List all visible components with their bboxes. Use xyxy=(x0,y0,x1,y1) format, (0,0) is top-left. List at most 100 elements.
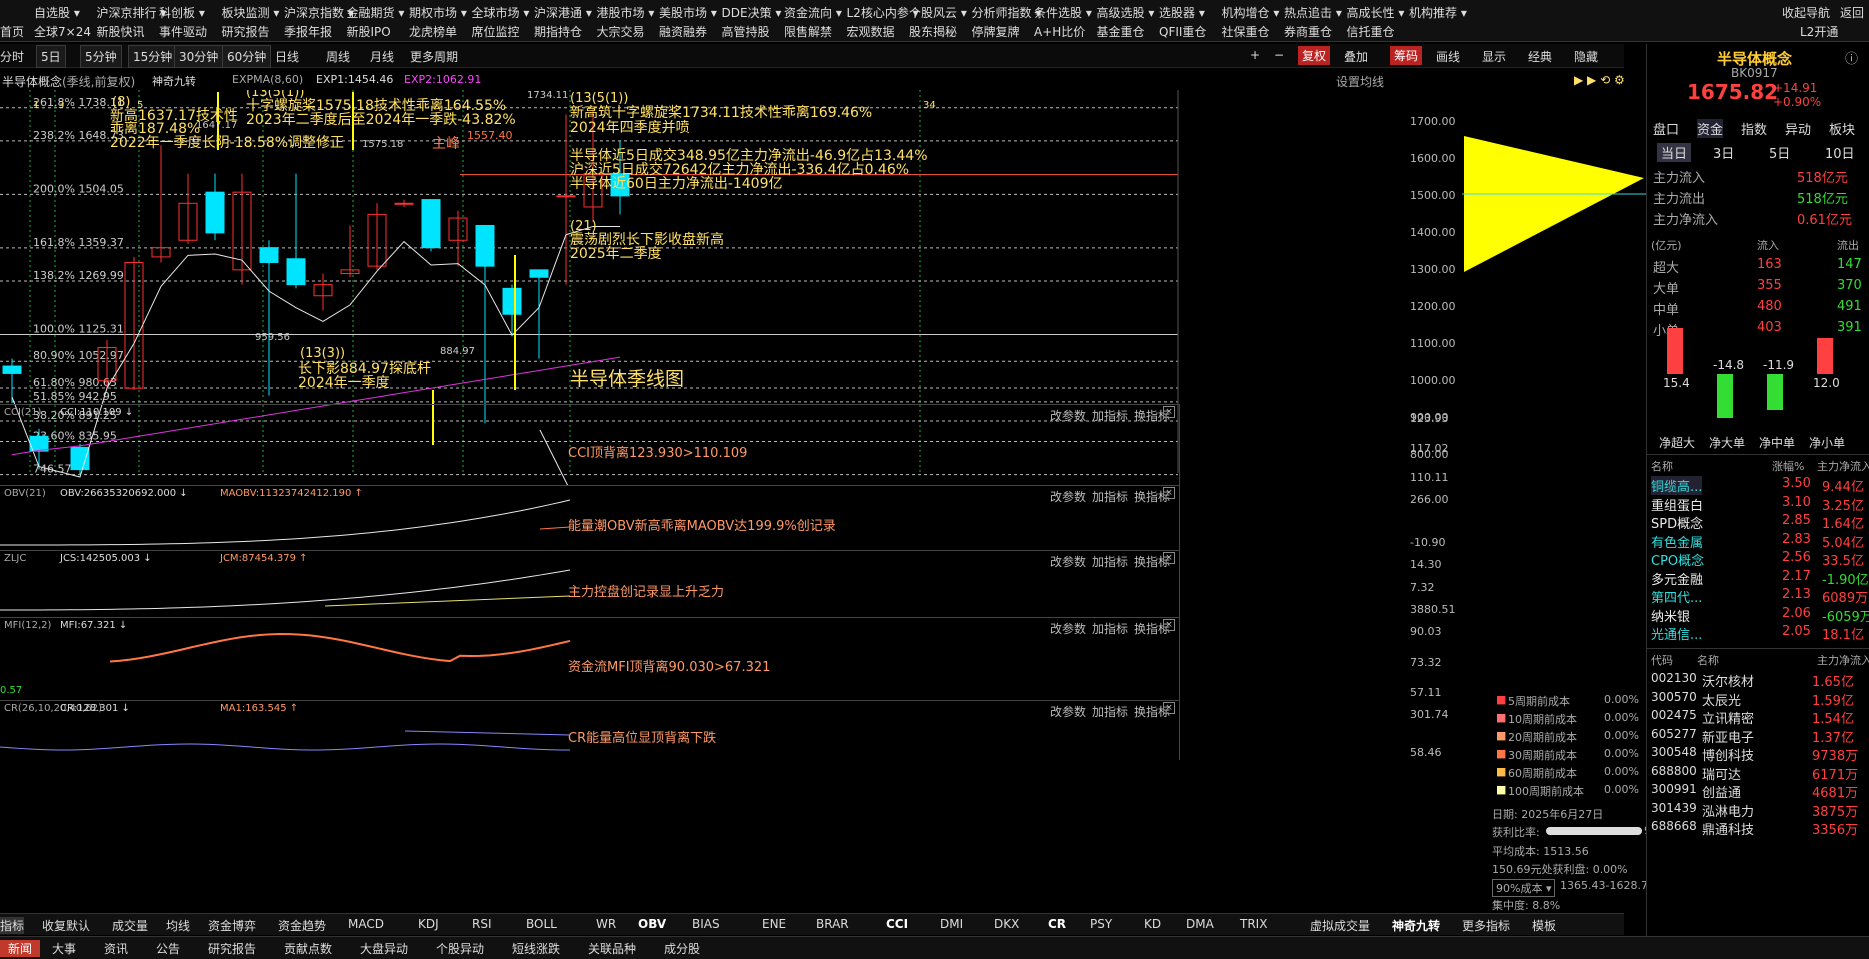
right-tab[interactable]: 异动 xyxy=(1785,119,1811,138)
flow-period[interactable]: 3日 xyxy=(1713,143,1734,162)
nav-item[interactable]: 季报年报 xyxy=(284,23,332,40)
nav-item[interactable]: 高级选股 ▾ xyxy=(1097,4,1155,21)
right-tab[interactable]: 指数 xyxy=(1741,119,1767,138)
indicator-tab[interactable]: KD xyxy=(1144,917,1161,931)
toolbar-3[interactable]: 画线 xyxy=(1436,48,1460,65)
indicator-tab[interactable]: RSI xyxy=(472,917,492,931)
nav-item[interactable]: 高管持股 xyxy=(722,23,770,40)
nav-item[interactable]: 收起导航 xyxy=(1782,4,1830,21)
sector-name[interactable]: 多元金融 xyxy=(1651,569,1703,588)
nav-item[interactable]: 券商重仓 xyxy=(1284,23,1332,40)
stock-item-name[interactable]: 创益通 xyxy=(1702,782,1741,801)
period-7[interactable]: 周线 xyxy=(326,48,350,65)
nav-item[interactable]: 美股市场 ▾ xyxy=(659,4,717,21)
sector-name[interactable]: SPD概念 xyxy=(1651,513,1703,532)
cost-range-select[interactable]: 90%成本 ▾ xyxy=(1492,879,1556,897)
stock-item-name[interactable]: 沃尔核材 xyxy=(1702,671,1754,690)
indicator-tab[interactable]: 收复默认 xyxy=(42,917,90,934)
nav-item[interactable]: DDE决策 ▾ xyxy=(722,4,782,21)
nav-item[interactable]: L2核心内参 ▾ xyxy=(847,4,919,21)
nav-home[interactable]: 首页 xyxy=(0,23,24,40)
nav-item[interactable]: 新股快讯 xyxy=(97,23,145,40)
zoom-button[interactable]: − xyxy=(1274,48,1284,62)
info-icon[interactable]: ⓘ xyxy=(1845,48,1858,67)
right-tab[interactable]: 资金 xyxy=(1697,119,1724,138)
toolbar-2[interactable]: 筹码 xyxy=(1390,46,1423,65)
nav-item[interactable]: QFII重仓 xyxy=(1159,23,1206,40)
indicator-tab[interactable]: 资金趋势 xyxy=(278,917,326,934)
nav-item[interactable]: 新股IPO xyxy=(347,23,391,40)
indicator-tab[interactable]: CR xyxy=(1048,917,1066,931)
stock-code[interactable]: 300548 xyxy=(1651,745,1697,759)
period-9[interactable]: 更多周期 xyxy=(410,48,458,65)
nav-item[interactable]: 沪深京指数 ▾ xyxy=(284,4,354,21)
indicator-tab[interactable]: CCI xyxy=(886,917,908,931)
flow-period[interactable]: 10日 xyxy=(1825,143,1855,162)
stock-item-name[interactable]: 立讯精密 xyxy=(1702,708,1754,727)
indicator-tab[interactable]: BRAR xyxy=(816,917,849,931)
nav-item[interactable]: 股东揭秘 xyxy=(909,23,957,40)
period-6[interactable]: 日线 xyxy=(275,48,299,65)
nav-item[interactable]: 资金流向 ▾ xyxy=(784,4,842,21)
nav-item[interactable]: 板块监测 ▾ xyxy=(222,4,280,21)
nav-item[interactable]: 大宗交易 xyxy=(597,23,645,40)
stock-item-name[interactable]: 博创科技 xyxy=(1702,745,1754,764)
toolbar-0[interactable]: 复权 xyxy=(1298,46,1331,65)
playback-icon[interactable]: ▶ ▶ ⟲ ⚙ xyxy=(1574,73,1625,87)
period-0[interactable]: 分时 xyxy=(0,48,24,65)
nav-item[interactable]: 限售解禁 xyxy=(784,23,832,40)
nav-item[interactable]: 选股器 ▾ xyxy=(1159,4,1205,21)
indicator-panel-1[interactable]: CCI(21) CCI:110.109 ↓ 改参数 加指标 换指标 × CCI顶背离123.… xyxy=(0,404,1180,486)
news-tab[interactable]: 关联品种 xyxy=(588,940,636,957)
stock-item-name[interactable]: 新亚电子 xyxy=(1702,727,1754,746)
nav-item[interactable]: 社保重仓 xyxy=(1222,23,1270,40)
sector-name[interactable]: 有色金属 xyxy=(1651,532,1703,551)
stock-item-name[interactable]: 太辰光 xyxy=(1702,690,1741,709)
stock-item-name[interactable]: 瑞可达 xyxy=(1702,764,1741,783)
news-tab[interactable]: 贡献点数 xyxy=(284,940,332,957)
toolbar-6[interactable]: 隐藏 xyxy=(1574,48,1598,65)
right-tab[interactable]: 板块 xyxy=(1829,119,1855,138)
nav-item[interactable]: 停牌复牌 xyxy=(972,23,1020,40)
sector-name[interactable]: 第四代... xyxy=(1651,587,1702,606)
nav-item[interactable]: 全球市场 ▾ xyxy=(472,4,530,21)
nav-item[interactable]: 科创板 ▾ xyxy=(159,4,205,21)
stock-code[interactable]: 002475 xyxy=(1651,708,1697,722)
indicator-tab[interactable]: MACD xyxy=(348,917,384,931)
stock-code[interactable]: 688800 xyxy=(1651,764,1697,778)
indicator-tab[interactable]: 成交量 xyxy=(112,917,148,934)
nav-item[interactable]: 融资融券 xyxy=(659,23,707,40)
stock-item-name[interactable]: 泓淋电力 xyxy=(1702,801,1754,820)
nav-item[interactable]: 自选股 ▾ xyxy=(34,4,80,21)
nav-item[interactable]: 期权市场 ▾ xyxy=(409,4,467,21)
news-tab[interactable]: 研究报告 xyxy=(208,940,256,957)
nav-item[interactable]: 热点追击 ▾ xyxy=(1284,4,1342,21)
news-tab[interactable]: 新闻 xyxy=(0,940,41,957)
indicator-tab[interactable]: 资金博弈 xyxy=(208,917,256,934)
news-tab[interactable]: 资讯 xyxy=(104,940,128,957)
nav-item[interactable]: 基金重仓 xyxy=(1097,23,1145,40)
indicator-tab[interactable]: 神奇九转 xyxy=(1392,917,1440,934)
news-tab[interactable]: 大盘异动 xyxy=(360,940,408,957)
indicator-panel-4[interactable]: MFI(12,2) MFI:67.321 ↓ 改参数 加指标 换指标 × 资金流MFI顶背离… xyxy=(0,617,1180,700)
indicator-tab[interactable]: 模板 xyxy=(1532,917,1556,934)
stock-code[interactable]: 301439 xyxy=(1651,801,1697,815)
stock-code[interactable]: 002130 xyxy=(1651,671,1697,685)
right-tab[interactable]: 盘口 xyxy=(1653,119,1679,138)
nav-item[interactable]: 席位监控 xyxy=(472,23,520,40)
period-8[interactable]: 月线 xyxy=(370,48,394,65)
sector-name[interactable]: 光通信... xyxy=(1651,624,1702,643)
indicator-panel-5[interactable]: CR(26,10,20,40,62) CR:128.301 ↓ MA1:163.54… xyxy=(0,700,1180,760)
indicator-tab[interactable]: KDJ xyxy=(418,917,439,931)
nav-item[interactable]: 全球7×24 xyxy=(34,23,91,40)
nav-item[interactable]: 高成长性 ▾ xyxy=(1347,4,1405,21)
indicator-tab[interactable]: BIAS xyxy=(692,917,720,931)
nav-item[interactable]: 研究报告 xyxy=(222,23,270,40)
period-2[interactable]: 5分钟 xyxy=(80,45,122,68)
indicator-tab[interactable]: DKX xyxy=(994,917,1019,931)
nav-item[interactable]: 龙虎榜单 xyxy=(409,23,457,40)
indicator-tab[interactable]: PSY xyxy=(1090,917,1112,931)
nav-item[interactable]: 返回 xyxy=(1840,4,1864,21)
news-tab[interactable]: 公告 xyxy=(156,940,180,957)
nav-item[interactable]: 港股市场 ▾ xyxy=(597,4,655,21)
